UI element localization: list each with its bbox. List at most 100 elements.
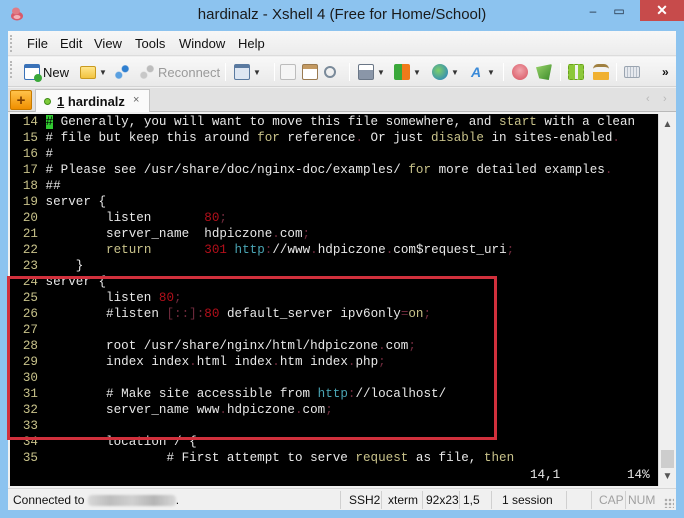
line-number: 17 <box>22 163 38 177</box>
scroll-up-icon[interactable]: ▲ <box>659 116 676 132</box>
toolbar-separator <box>225 63 226 81</box>
tab-label: 1 hardinalz <box>57 94 125 109</box>
minimize-button[interactable]: – <box>580 0 606 21</box>
menu-edit[interactable]: Edit <box>60 36 82 51</box>
font-icon: A <box>470 64 482 80</box>
tab-next-icon[interactable]: › <box>663 93 667 105</box>
toolbar-separator <box>349 63 350 81</box>
lock-button[interactable] <box>593 62 609 82</box>
tab-close-icon[interactable]: × <box>133 94 139 106</box>
dropdown-arrow-icon: ▼ <box>253 67 261 77</box>
connect-button[interactable] <box>114 62 130 82</box>
menubar-grip[interactable] <box>10 35 13 52</box>
paste-icon <box>302 64 318 80</box>
terminal-line: 30 <box>10 370 46 386</box>
menu-window[interactable]: Window <box>179 36 225 51</box>
globe-icon <box>432 64 448 80</box>
toolbar-grip[interactable] <box>10 61 13 78</box>
transfer-button[interactable]: ▼ <box>394 62 421 82</box>
terminal-screen[interactable]: 14,1 14% 14 # Generally, you will want t… <box>10 114 658 486</box>
xftp-button[interactable] <box>536 62 552 82</box>
copy-button[interactable] <box>280 62 296 82</box>
reconnect-button[interactable]: Reconnect <box>139 62 220 82</box>
terminal-line: 33 <box>10 418 46 434</box>
print-button[interactable]: ▼ <box>358 62 385 82</box>
terminal-line: 22 return 301 http://www.hdpiczone.com$r… <box>10 242 514 258</box>
scroll-down-icon[interactable]: ▼ <box>659 468 676 484</box>
tab-prev-icon[interactable]: ‹ <box>646 93 650 105</box>
title-bar[interactable]: hardinalz - Xshell 4 (Free for Home/Scho… <box>0 0 684 31</box>
xshell-window: hardinalz - Xshell 4 (Free for Home/Scho… <box>0 0 684 518</box>
scroll-thumb[interactable] <box>661 450 674 468</box>
menu-file[interactable]: File <box>27 36 48 51</box>
line-number: 14 <box>22 115 38 129</box>
close-button[interactable]: ✕ <box>640 0 684 21</box>
scroll-percent: 14% <box>627 468 650 482</box>
menu-view[interactable]: View <box>94 36 122 51</box>
line-number: 20 <box>22 211 38 225</box>
link-icon <box>114 64 130 80</box>
status-separator <box>381 491 382 509</box>
xshell-button[interactable] <box>512 62 528 82</box>
dropdown-arrow-icon: ▼ <box>487 67 495 77</box>
menu-tools[interactable]: Tools <box>135 36 165 51</box>
keyboard-icon <box>624 66 640 78</box>
terminal-size: 92x23 <box>426 493 459 507</box>
paste-button[interactable] <box>302 62 318 82</box>
terminal-line: 32 server_name www.hdpiczone.com; <box>10 402 333 418</box>
terminal-type: xterm <box>388 493 418 507</box>
font-button[interactable]: A ▼ <box>468 62 495 82</box>
terminal-line: 35 # First attempt to serve request as f… <box>10 450 514 466</box>
lock-icon <box>593 64 609 80</box>
terminal-line: 15 # file but keep this around for refer… <box>10 130 620 146</box>
resize-grip[interactable] <box>664 498 674 508</box>
maximize-icon: ▭ <box>613 3 625 18</box>
line-number: 16 <box>22 147 38 161</box>
copy-icon <box>280 64 296 80</box>
maximize-button[interactable]: ▭ <box>606 0 632 21</box>
toolbar-separator <box>616 63 617 81</box>
status-separator <box>591 491 592 509</box>
client-area: File Edit View Tools Window Help New ▼ R… <box>8 31 676 510</box>
properties-button[interactable]: ▼ <box>234 62 261 82</box>
tab-session-1[interactable]: 1 hardinalz × <box>35 89 150 112</box>
menu-help[interactable]: Help <box>238 36 265 51</box>
dropdown-arrow-icon: ▼ <box>451 67 459 77</box>
line-number: 32 <box>22 403 38 417</box>
line-number: 21 <box>22 227 38 241</box>
find-button[interactable] <box>324 62 336 82</box>
connection-status: Connected to . <box>13 493 179 507</box>
plus-icon: + <box>16 91 26 109</box>
line-number: 19 <box>22 195 38 209</box>
line-number: 22 <box>22 243 38 257</box>
tab-name: hardinalz <box>64 94 125 109</box>
menu-bar: File Edit View Tools Window Help <box>8 31 676 56</box>
line-number: 25 <box>22 291 38 305</box>
line-number: 27 <box>22 323 38 337</box>
status-separator <box>625 491 626 509</box>
line-number: 31 <box>22 387 38 401</box>
fullscreen-button[interactable] <box>568 62 584 82</box>
dropdown-arrow-icon: ▼ <box>377 67 385 77</box>
keyboard-button[interactable] <box>624 62 640 82</box>
line-number: 26 <box>22 307 38 321</box>
minimize-icon: – <box>589 3 597 18</box>
close-icon: ✕ <box>656 2 668 18</box>
new-tab-button[interactable]: + <box>10 90 32 110</box>
toolbar-separator <box>503 63 504 81</box>
printer-icon <box>358 64 374 80</box>
vertical-scrollbar[interactable]: ▲ ▼ <box>658 114 675 486</box>
internet-button[interactable]: ▼ <box>432 62 459 82</box>
toolbar-overflow-button[interactable]: » <box>662 62 669 82</box>
status-bar: Connected to . SSH2 xterm 92x23 1,5 1 se… <box>8 488 676 510</box>
status-separator <box>491 491 492 509</box>
connected-label: Connected to <box>13 493 85 507</box>
new-session-button[interactable]: New <box>24 62 69 82</box>
terminal-line: 19 server { <box>10 194 106 210</box>
line-number: 29 <box>22 355 38 369</box>
terminal-line: 16 # <box>10 146 53 162</box>
open-button[interactable]: ▼ <box>80 62 107 82</box>
xshell-icon <box>512 64 528 80</box>
line-number: 24 <box>22 275 38 289</box>
num-lock-indicator: NUM <box>628 493 656 507</box>
